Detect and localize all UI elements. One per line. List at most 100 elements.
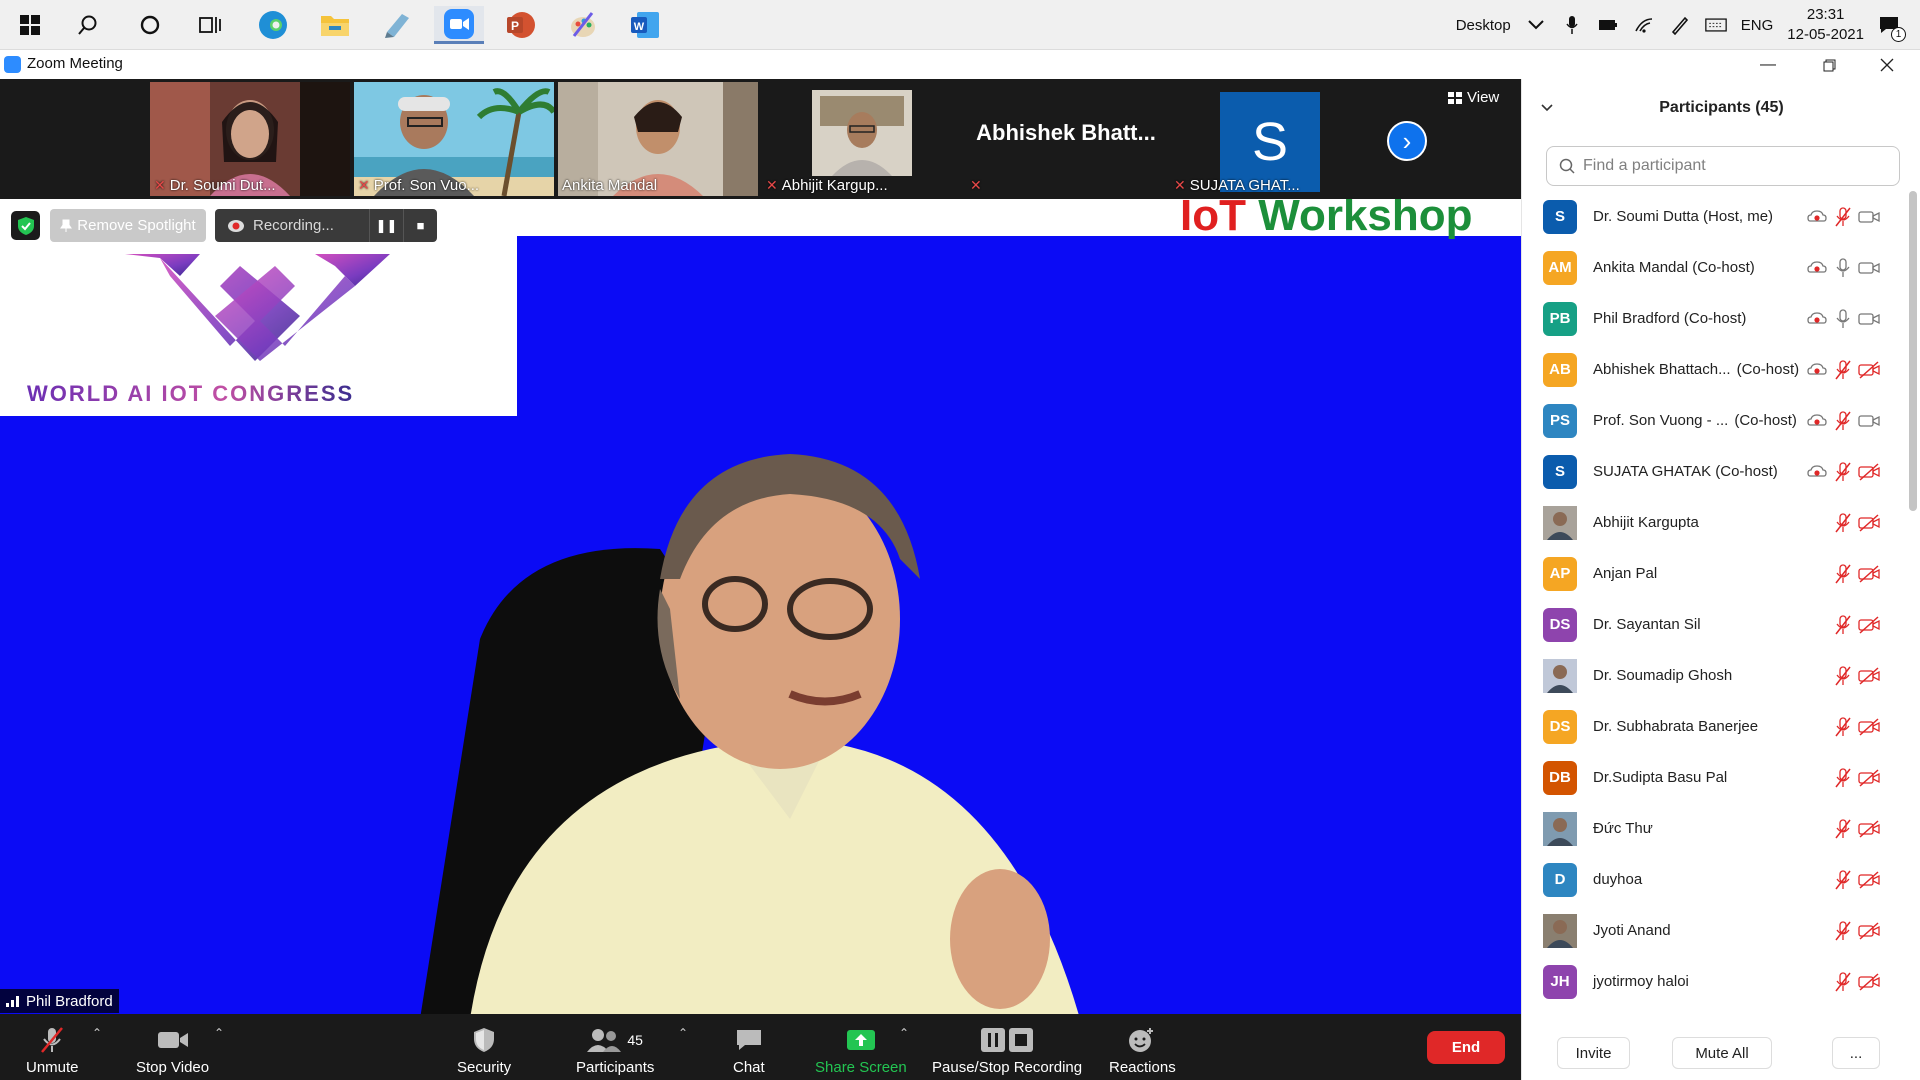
video-camera-icon[interactable] [1858, 308, 1880, 330]
participant-row[interactable]: Dduyhoa [1522, 854, 1912, 905]
participants-options-caret[interactable]: ⌃ [678, 1026, 688, 1040]
language-indicator[interactable]: ENG [1741, 17, 1774, 34]
security-button[interactable]: Security [457, 1020, 511, 1076]
cortana-icon[interactable] [125, 6, 175, 44]
video-options-caret[interactable]: ⌃ [214, 1026, 224, 1040]
muted-microphone-icon[interactable] [1832, 716, 1854, 738]
chat-button[interactable]: Chat [733, 1020, 765, 1076]
participant-row[interactable]: DB Dr.Sudipta Basu Pal [1522, 752, 1912, 803]
video-thumbnail[interactable]: ✕ Dr. Soumi Dut... [150, 82, 350, 196]
microphone-icon[interactable] [1832, 257, 1854, 279]
restore-button[interactable] [1806, 50, 1852, 80]
audio-options-caret[interactable]: ⌃ [92, 1026, 102, 1040]
participant-row[interactable]: Đức Thư [1522, 803, 1912, 854]
participant-row[interactable]: S Dr. Soumi Dutta (Host, me) [1522, 191, 1912, 242]
participant-row[interactable]: PS Prof. Son Vuong - ... (Co-host) [1522, 395, 1912, 446]
zoom-app-icon[interactable] [434, 6, 484, 44]
pen-workspace-icon[interactable] [1669, 14, 1691, 36]
mute-all-button[interactable]: Mute All [1672, 1037, 1772, 1069]
touch-keyboard-icon[interactable] [1704, 14, 1727, 36]
unmute-button[interactable]: Unmute [26, 1020, 79, 1076]
video-off-icon[interactable] [1858, 716, 1880, 738]
video-off-icon[interactable] [1858, 563, 1880, 585]
participant-search-box[interactable] [1546, 146, 1900, 186]
file-explorer-icon[interactable] [310, 6, 360, 44]
pause-stop-recording-button[interactable]: Pause/Stop Recording [932, 1020, 1082, 1076]
pause-recording-button[interactable]: ❚❚ [369, 209, 403, 242]
view-button[interactable]: View [1448, 89, 1499, 106]
muted-microphone-icon[interactable] [1832, 869, 1854, 891]
video-off-icon[interactable] [1858, 614, 1880, 636]
muted-microphone-icon[interactable] [1832, 461, 1854, 483]
participant-row[interactable]: AM Ankita Mandal (Co-host) [1522, 242, 1912, 293]
muted-microphone-icon[interactable] [1832, 818, 1854, 840]
clock[interactable]: 23:31 12-05-2021 [1787, 5, 1864, 45]
participant-row[interactable]: Jyoti Anand [1522, 905, 1912, 956]
muted-microphone-icon[interactable] [1832, 971, 1854, 993]
muted-microphone-icon[interactable] [1832, 767, 1854, 789]
participant-row[interactable]: DS Dr. Subhabrata Banerjee [1522, 701, 1912, 752]
video-thumbnail[interactable]: ✕ Abhijit Kargup... [762, 82, 962, 196]
participant-row[interactable]: Dr. Soumadip Ghosh [1522, 650, 1912, 701]
battery-icon[interactable] [1597, 14, 1619, 36]
minimize-button[interactable]: — [1745, 50, 1791, 80]
end-meeting-button[interactable]: End [1427, 1031, 1505, 1064]
participant-row[interactable]: DS Dr. Sayantan Sil [1522, 599, 1912, 650]
video-thumbnail[interactable]: Ankita Mandal [558, 82, 758, 196]
video-off-icon[interactable] [1858, 359, 1880, 381]
video-camera-icon[interactable] [1858, 410, 1880, 432]
muted-microphone-icon[interactable] [1832, 359, 1854, 381]
video-thumbnail[interactable]: Abhishek Bhatt... ✕ [966, 82, 1166, 196]
desktop-toolbar-label[interactable]: Desktop [1456, 17, 1511, 34]
notifications-icon[interactable]: 1 [1878, 14, 1906, 42]
video-off-icon[interactable] [1858, 818, 1880, 840]
muted-microphone-icon[interactable] [1832, 665, 1854, 687]
participant-row[interactable]: AB Abhishek Bhattach... (Co-host) [1522, 344, 1912, 395]
muted-microphone-icon[interactable] [1832, 563, 1854, 585]
reactions-button[interactable]: Reactions [1109, 1020, 1176, 1076]
remove-spotlight-button[interactable]: Remove Spotlight [50, 209, 206, 242]
participant-row[interactable]: AP Anjan Pal [1522, 548, 1912, 599]
paint-app-icon[interactable] [558, 6, 608, 44]
muted-microphone-icon[interactable] [1832, 920, 1854, 942]
word-app-icon[interactable]: W [620, 6, 670, 44]
encryption-shield-icon[interactable] [11, 211, 40, 240]
microphone-tray-icon[interactable] [1561, 14, 1583, 36]
stop-recording-button[interactable]: ■ [403, 209, 437, 242]
more-options-button[interactable]: ... [1832, 1037, 1880, 1069]
microphone-icon[interactable] [1832, 308, 1854, 330]
powerpoint-app-icon[interactable]: P [496, 6, 546, 44]
windows-start-icon[interactable] [5, 6, 55, 44]
video-off-icon[interactable] [1858, 971, 1880, 993]
muted-microphone-icon[interactable] [1832, 206, 1854, 228]
next-page-button[interactable]: › [1387, 121, 1427, 161]
search-icon[interactable] [63, 6, 113, 44]
participant-row[interactable]: PB Phil Bradford (Co-host) [1522, 293, 1912, 344]
participant-search-input[interactable] [1583, 157, 1883, 175]
muted-microphone-icon[interactable] [1832, 614, 1854, 636]
share-options-caret[interactable]: ⌃ [899, 1026, 909, 1040]
participant-row[interactable]: S SUJATA GHATAK (Co-host) [1522, 446, 1912, 497]
edge-browser-icon[interactable] [248, 6, 298, 44]
stop-video-button[interactable]: Stop Video [136, 1020, 209, 1076]
video-camera-icon[interactable] [1858, 206, 1880, 228]
task-view-icon[interactable] [185, 6, 235, 44]
participant-row[interactable]: JH jyotirmoy haloi [1522, 956, 1912, 1007]
video-thumbnail[interactable]: S ✕ SUJATA GHAT... [1170, 82, 1370, 196]
video-off-icon[interactable] [1858, 869, 1880, 891]
chevron-down-icon[interactable] [1525, 14, 1547, 36]
video-off-icon[interactable] [1858, 767, 1880, 789]
share-screen-button[interactable]: Share Screen [815, 1020, 907, 1076]
participants-button[interactable]: 45 Participants [576, 1020, 654, 1076]
video-off-icon[interactable] [1858, 665, 1880, 687]
muted-microphone-icon[interactable] [1832, 410, 1854, 432]
wifi-icon[interactable] [1633, 14, 1655, 36]
muted-microphone-icon[interactable] [1832, 512, 1854, 534]
notepad-app-icon[interactable] [372, 6, 422, 44]
video-off-icon[interactable] [1858, 512, 1880, 534]
video-off-icon[interactable] [1858, 461, 1880, 483]
participant-row[interactable]: Abhijit Kargupta [1522, 497, 1912, 548]
close-window-button[interactable] [1864, 50, 1910, 80]
video-camera-icon[interactable] [1858, 257, 1880, 279]
video-thumbnail[interactable]: ✕ Prof. Son Vuo... [354, 82, 554, 196]
